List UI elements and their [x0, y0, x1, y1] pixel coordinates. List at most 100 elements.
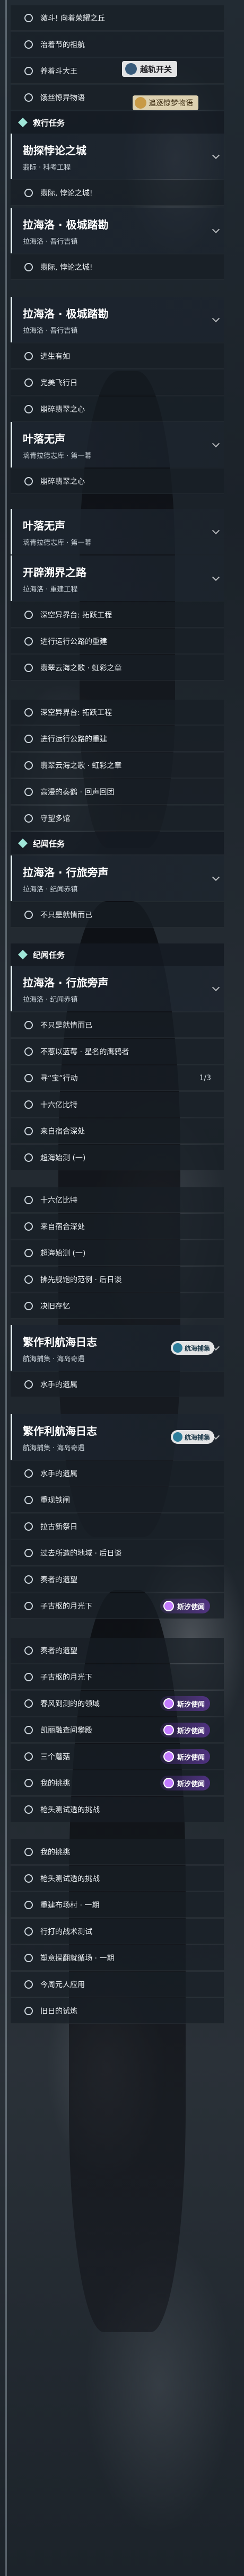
event-badge[interactable]: 斯汐使闻	[160, 1776, 210, 1790]
quest-step-item[interactable]: 深空异界台: 拓跃工程	[11, 602, 224, 628]
quest-header[interactable]: 拉海洛 · 极城踏勘 拉海洛 · 吾行吉镇	[11, 208, 224, 253]
step-circle-icon	[24, 910, 33, 919]
event-badge[interactable]: 斯汐使闻	[160, 1599, 210, 1613]
quest-step-item[interactable]: 奏者的遗望	[11, 1638, 224, 1663]
quest-step-item[interactable]: 拉古新祭日	[11, 1514, 224, 1539]
step-label: 今周元人应用	[40, 1980, 85, 1989]
step-circle-icon	[24, 66, 33, 75]
quest-tag[interactable]: 航海捕集	[170, 1430, 214, 1444]
category-diamond-icon	[18, 950, 28, 959]
quest-category[interactable]: 纪闻任务	[11, 832, 224, 854]
event-badge[interactable]: 斯汐使闻	[160, 1723, 210, 1737]
quest-step-item[interactable]: 不只是就情而已	[11, 1012, 224, 1038]
step-circle-icon	[24, 1805, 33, 1814]
quest-step-item[interactable]: 三个蘑菇 斯汐使闻	[11, 1744, 224, 1769]
event-badge[interactable]: 斯汐使闻	[160, 1696, 210, 1711]
step-label: 重建布场村 · 一期	[40, 1901, 100, 1910]
step-label: 来自宿合深处	[40, 1127, 85, 1136]
step-circle-icon	[24, 1646, 33, 1655]
step-label: 超海始测 (一)	[40, 1249, 86, 1258]
step-label: 决旧存忆	[40, 1302, 70, 1311]
quest-step-item[interactable]: 行打的战术测试	[11, 1919, 224, 1944]
quest-header[interactable]: 拉海洛 · 行旅旁声 拉海洛 · 纪闻赤镇	[11, 966, 224, 1011]
quest-step-item[interactable]: 完美飞行日	[11, 370, 224, 395]
quest-step-item[interactable]: 超海始测 (一)	[11, 1240, 224, 1266]
quest-step-item[interactable]: 水手的遗属	[11, 1461, 224, 1486]
quest-subtitle: 璃青拉德志库 · 第一幕	[23, 452, 92, 460]
quest-step-item[interactable]: 奏者的遗望	[11, 1567, 224, 1592]
quest-header[interactable]: 繁作利航海日志 航海捕集 · 海岛奇遇 航海捕集	[11, 1414, 224, 1460]
quest-step-item[interactable]: 春风到测的的领域 斯汐使闻	[11, 1691, 224, 1716]
step-label: 守望多馆	[40, 814, 70, 823]
quest-step-item[interactable]: 枪头测试透的挑战	[11, 1797, 224, 1822]
quest-step-item[interactable]: 翡翠云海之歌 · 虹彩之章	[11, 655, 224, 681]
quest-header[interactable]: 叶落无声 璃青拉德志库 · 第一幕	[11, 422, 224, 467]
quest-step-item[interactable]: 重现铁闸	[11, 1487, 224, 1513]
quest-step-item[interactable]: 守望多馆	[11, 806, 224, 831]
step-circle-icon	[24, 708, 33, 717]
quest-category[interactable]: 救行任务	[11, 111, 224, 134]
quest-title: 拉海洛 · 极城踏勘	[23, 218, 109, 231]
step-label: 深空异界台: 拓跃工程	[40, 611, 112, 620]
quest-step-item[interactable]: 塑意探翻就循场 · 一期	[11, 1945, 224, 1971]
quest-step-item[interactable]: 今周元人应用	[11, 1972, 224, 1997]
quest-tag[interactable]: 航海捕集	[170, 1341, 214, 1355]
step-circle-icon	[24, 663, 33, 672]
top-feature-tag[interactable]: 越轨开关	[122, 61, 178, 77]
event-badge-label: 斯汐使闻	[177, 1700, 205, 1709]
quest-subtitle: 翡际 · 科考工程	[23, 164, 71, 172]
quest-step-item[interactable]: 超海始测 (一)	[11, 1145, 224, 1170]
quest-step-item[interactable]: 枪头测试透的挑战	[11, 1866, 224, 1891]
quest-title: 拉海洛 · 行旅旁声	[23, 976, 109, 989]
step-label: 水手的遗属	[40, 1469, 77, 1478]
quest-header[interactable]: 拉海洛 · 行旅旁声 拉海洛 · 纪闻赤镇	[11, 855, 224, 901]
step-circle-icon	[24, 404, 33, 413]
quest-step-item[interactable]: 崩碎翡翠之心	[11, 396, 224, 422]
quest-header[interactable]: 勘探悖论之城 翡际 · 科考工程	[11, 134, 224, 179]
quest-step-item[interactable]: 进行运行公路的重建	[11, 726, 224, 752]
quest-header[interactable]: 开辟溯界之路 拉海洛 · 重建工程	[11, 555, 224, 601]
quest-step-item[interactable]: 水手的遗属	[11, 1372, 224, 1397]
quest-step-item[interactable]: 崩碎翡翠之心	[11, 469, 224, 494]
quest-step-item[interactable]: 翡际, 悖论之城!	[11, 254, 224, 280]
quest-step-item[interactable]: 十六亿比特	[11, 1187, 224, 1213]
dream-event-tag[interactable]: 追逐惊梦物语	[133, 95, 198, 110]
quest-step-item[interactable]: 不惹以蓝莓 · 星名的鹰鸦者	[11, 1039, 224, 1064]
quest-step-item[interactable]: 过去所造的地域 · 后日谈	[11, 1540, 224, 1566]
quest-header[interactable]: 拉海洛 · 极城踏勘 拉海洛 · 吾行吉镇	[11, 297, 224, 342]
step-circle-icon	[24, 1575, 33, 1584]
quest-step-item[interactable]: 十六亿比特	[11, 1092, 224, 1117]
quest-step-item[interactable]: 来自宿合深处	[11, 1118, 224, 1144]
quest-step-item[interactable]: 拂先舰饱的范例 · 后日谈	[11, 1267, 224, 1292]
quest-step-item[interactable]: 子古枢的月光下 斯汐使闻	[11, 1593, 224, 1619]
feature-icon	[125, 63, 137, 75]
quest-step-item[interactable]: 决旧存忆	[11, 1293, 224, 1319]
quest-step-item[interactable]: 不只是就情而已	[11, 902, 224, 928]
quest-step-item[interactable]: 治着节的祖航	[11, 32, 224, 57]
quest-step-item[interactable]: 寻“宝”行动 1/3	[11, 1065, 224, 1091]
quest-step-item[interactable]: 进生有如	[11, 343, 224, 369]
quest-step-item[interactable]: 凯丽融查间攀殿 斯汐使闻	[11, 1717, 224, 1743]
quest-step-item[interactable]: 养着斗大王	[11, 58, 224, 84]
quest-step-item[interactable]: 深空异界台: 拓跃工程	[11, 700, 224, 725]
quest-step-item[interactable]: 旧日的试炼	[11, 1998, 224, 2024]
quest-step-item[interactable]: 高漫的奏鹤 · 回声回团	[11, 779, 224, 805]
quest-step-item[interactable]: 子古枢的月光下	[11, 1664, 224, 1690]
event-badge[interactable]: 斯汐使闻	[160, 1749, 210, 1764]
quest-step-item[interactable]: 来自宿合深处	[11, 1214, 224, 1239]
quest-step-item[interactable]: 我的挑挑 斯汐使闻	[11, 1770, 224, 1796]
quest-step-item[interactable]: 重建布场村 · 一期	[11, 1892, 224, 1918]
quest-step-item[interactable]: 我的挑挑	[11, 1839, 224, 1865]
ship-icon	[172, 1343, 182, 1353]
step-circle-icon	[24, 1900, 33, 1909]
quest-header[interactable]: 叶落无声 璃青拉德志库 · 第一幕	[11, 509, 224, 554]
quest-category[interactable]: 纪闻任务	[11, 943, 224, 966]
quest-step-item[interactable]: 激斗! 向着荣耀之丘	[11, 5, 224, 31]
category-title: 纪闻任务	[33, 950, 65, 960]
quest-header[interactable]: 繁作利航海日志 航海捕集 · 海岛奇遇 航海捕集	[11, 1325, 224, 1371]
step-label: 进行运行公路的重建	[40, 735, 107, 744]
quest-step-item[interactable]: 进行运行公路的重建	[11, 629, 224, 654]
step-label: 翡翠云海之歌 · 虹彩之章	[40, 761, 122, 770]
quest-step-item[interactable]: 翡翠云海之歌 · 虹彩之章	[11, 753, 224, 778]
quest-step-item[interactable]: 翡际, 悖论之城!	[11, 180, 224, 206]
